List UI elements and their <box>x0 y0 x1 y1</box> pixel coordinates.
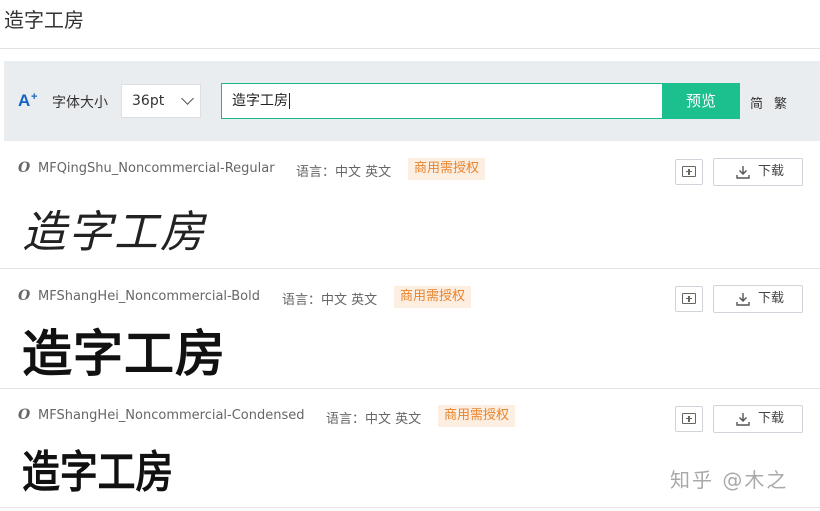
download-button[interactable]: 下载 <box>713 158 803 186</box>
font-language: 语言：中文 英文 <box>296 165 392 180</box>
license-badge: 商用需授权 <box>394 286 472 308</box>
item-divider <box>0 268 820 269</box>
preview-button[interactable]: 预览 <box>662 83 740 119</box>
font-language: 语言：中文 英文 <box>282 293 378 308</box>
download-icon <box>736 293 750 306</box>
title-divider <box>0 48 820 49</box>
download-icon <box>736 166 750 179</box>
font-size-label: 字体大小 <box>52 95 108 111</box>
font-name[interactable]: MFShangHei_Noncommercial-Bold <box>38 289 260 304</box>
font-size-select[interactable]: 36pt <box>121 84 201 118</box>
download-button[interactable]: 下载 <box>713 405 803 433</box>
download-label: 下载 <box>758 291 785 306</box>
download-button[interactable]: 下载 <box>713 285 803 313</box>
add-folder-icon <box>682 413 696 424</box>
font-item: O MFShangHei_Noncommercial-Bold 语言：中文 英文… <box>0 270 820 388</box>
simplified-toggle[interactable]: 简 <box>750 93 763 112</box>
download-label: 下载 <box>758 411 785 426</box>
license-badge: 商用需授权 <box>408 158 486 180</box>
item-divider <box>0 388 820 389</box>
font-language: 语言：中文 英文 <box>326 412 422 427</box>
font-sample: 造字工房 <box>22 207 206 258</box>
font-type-icon: O <box>18 160 31 176</box>
license-badge: 商用需授权 <box>438 405 516 427</box>
add-to-folder-button[interactable] <box>675 159 703 185</box>
toolbar: A + 字体大小 36pt 造字工房 预览 简 繁 <box>4 61 820 141</box>
item-divider <box>0 507 820 508</box>
font-item: O MFQingShu_Noncommercial-Regular 语言：中文 … <box>0 146 820 268</box>
preview-text-input[interactable]: 造字工房 <box>221 83 663 119</box>
font-type-icon: O <box>18 288 31 304</box>
chevron-down-icon <box>181 92 194 105</box>
preview-text-value: 造字工房 <box>232 93 288 109</box>
download-label: 下载 <box>758 164 785 179</box>
font-sample: 造字工房 <box>22 325 226 383</box>
text-caret <box>289 93 290 109</box>
font-size-icon: A + <box>18 91 38 110</box>
add-to-folder-button[interactable] <box>675 406 703 432</box>
add-folder-icon <box>682 166 696 177</box>
font-sample: 造字工房 <box>22 447 174 498</box>
download-icon <box>736 413 750 426</box>
page-title: 造字工房 <box>4 8 84 32</box>
add-to-folder-button[interactable] <box>675 286 703 312</box>
font-size-value: 36pt <box>132 93 165 109</box>
add-folder-icon <box>682 293 696 304</box>
font-name[interactable]: MFQingShu_Noncommercial-Regular <box>38 161 275 176</box>
traditional-toggle[interactable]: 繁 <box>774 93 787 112</box>
font-type-icon: O <box>18 407 31 423</box>
font-name[interactable]: MFShangHei_Noncommercial-Condensed <box>38 408 305 423</box>
watermark: 知乎 @木之 <box>670 468 789 492</box>
